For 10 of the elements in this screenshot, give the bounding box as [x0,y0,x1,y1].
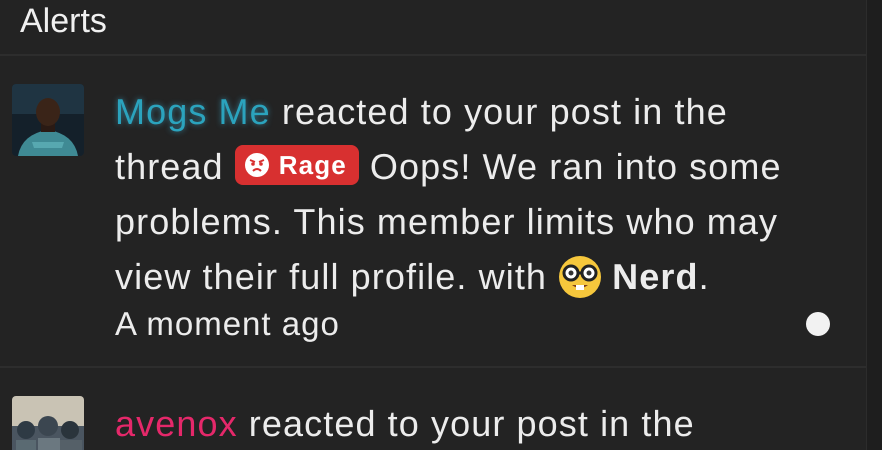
username-link[interactable]: avenox [115,403,238,444]
username-link[interactable]: Mogs Me [115,91,271,132]
alert-message: Mogs Me reacted to your post in the thread Rage Oops! We ran into some problems. This member limits who may view their full profile. with Nerd. [115,90,783,301]
alert-message: avenox reacted to your post in the [115,402,696,446]
angry-face-icon [244,153,269,177]
unread-dot[interactable] [806,312,830,336]
reaction-badge: Rage [234,145,359,185]
nerd-face-icon [558,255,602,299]
alert-time: A moment ago [115,304,340,344]
page-title: Alerts [0,0,866,56]
